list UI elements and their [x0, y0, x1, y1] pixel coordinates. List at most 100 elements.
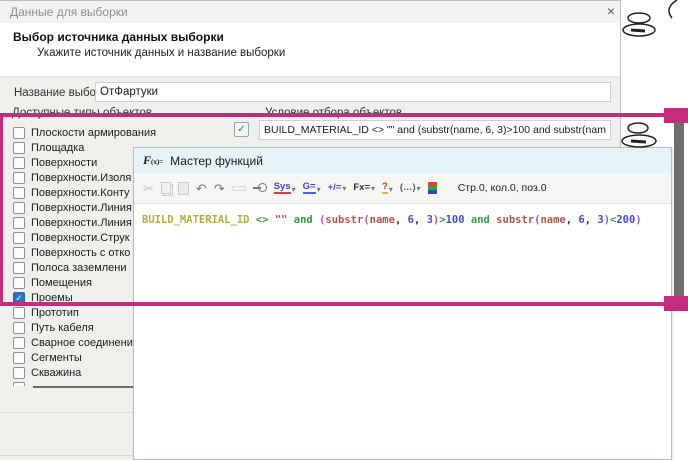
- object-type-label: Полоса заземлени: [31, 262, 127, 274]
- object-type-label: Площадка: [31, 142, 84, 154]
- object-type-row[interactable]: [8, 380, 31, 386]
- object-type-row[interactable]: Поверхности.Линия: [8, 200, 132, 215]
- object-type-label: Скважина: [31, 367, 81, 379]
- formula-token: and: [294, 214, 313, 226]
- checkbox-icon[interactable]: [13, 367, 25, 379]
- sys-vars-dropdown[interactable]: Sys▾: [274, 182, 296, 194]
- condition-input[interactable]: [259, 120, 611, 140]
- checkbox-icon[interactable]: [13, 157, 25, 169]
- operators-dropdown[interactable]: +/=▾: [328, 183, 347, 193]
- formula-text[interactable]: BUILD_MATERIAL_ID <> "" and (substr(name…: [142, 214, 642, 226]
- key-icon[interactable]: [253, 183, 267, 193]
- dialog-title: Данные для выборки: [10, 5, 128, 19]
- functions-dropdown[interactable]: Fx=▾: [353, 183, 375, 193]
- syntax-colors-icon[interactable]: [428, 182, 437, 194]
- checkbox-icon[interactable]: [13, 127, 25, 139]
- global-vars-dropdown[interactable]: G=▾: [303, 182, 321, 194]
- checkbox-icon[interactable]: [13, 337, 25, 349]
- cut-icon[interactable]: ✂: [143, 182, 154, 195]
- header-subtitle: Укажите источник данных и название выбор…: [37, 47, 285, 59]
- chevron-down-icon: ▾: [417, 185, 421, 193]
- checkbox-icon[interactable]: [13, 307, 25, 319]
- object-type-row[interactable]: Поверхность с отко: [8, 245, 130, 260]
- object-type-label: Поверхность с отко: [31, 247, 130, 259]
- object-type-label: Проемы: [31, 292, 73, 304]
- checkbox-icon[interactable]: [13, 172, 25, 184]
- object-type-row[interactable]: Площадка: [8, 140, 84, 155]
- checkbox-icon[interactable]: [13, 187, 25, 199]
- checkbox-icon[interactable]: [13, 352, 25, 364]
- object-type-label: Поверхности.Струк: [31, 232, 130, 244]
- dialog-header: Выбор источника данных выборки Укажите и…: [0, 23, 620, 77]
- selection-name-input[interactable]: [95, 82, 611, 102]
- ink-dash-1: [631, 30, 645, 31]
- formula-token: 3: [420, 214, 433, 226]
- chevron-down-icon: ▾: [317, 186, 321, 194]
- formula-token: <>: [256, 214, 269, 226]
- object-type-row[interactable]: Прототип: [8, 305, 79, 320]
- checkbox-checked-icon[interactable]: ✓: [13, 292, 25, 304]
- undo-icon[interactable]: ↶: [196, 182, 207, 195]
- object-type-row[interactable]: Плоскости армирования: [8, 125, 156, 140]
- fx-icon: F(x)=: [143, 153, 163, 168]
- object-type-label: Поверхности.Линия: [31, 217, 132, 229]
- object-type-row[interactable]: Сварное соединени: [8, 335, 133, 350]
- wizard-titlebar[interactable]: F(x)= Мастер функций: [134, 148, 671, 173]
- checkbox-icon[interactable]: [13, 202, 25, 214]
- highlight-shadow-right: [674, 120, 684, 300]
- formula-token: 100: [446, 214, 465, 226]
- formula-token: name: [370, 214, 395, 226]
- cursor-position-status: Стр.0, кол.0, поз.0: [458, 182, 547, 194]
- object-type-label: Поверхности.Конту: [31, 187, 130, 199]
- object-type-row[interactable]: Путь кабеля: [8, 320, 94, 335]
- object-type-label: Поверхности.Изоля: [31, 172, 131, 184]
- checkbox-icon[interactable]: [13, 232, 25, 244]
- object-type-row[interactable]: Поверхности.Струк: [8, 230, 130, 245]
- object-type-label: Плоскости армирования: [31, 127, 156, 139]
- wizard-toolbar: ✂ ↶ ↷ Sys▾ G=▾ +/=▾ Fx=▾ ?▾ (…)▾ Стр.0, кол.0, по…: [134, 173, 671, 204]
- checkbox-icon[interactable]: [13, 262, 25, 274]
- object-type-row[interactable]: Поверхности.Конту: [8, 185, 130, 200]
- dialog-titlebar[interactable]: Данные для выборки: [0, 1, 620, 23]
- ruler-icon[interactable]: [232, 186, 246, 191]
- object-type-label: Поверхности: [31, 157, 97, 169]
- object-type-row[interactable]: Поверхности: [8, 155, 97, 170]
- formula-token: name: [540, 214, 565, 226]
- ink-dash-2: [631, 141, 646, 142]
- help-dropdown[interactable]: ?▾: [382, 182, 393, 194]
- close-icon[interactable]: ×: [602, 2, 620, 20]
- brackets-dropdown[interactable]: (…)▾: [400, 183, 421, 193]
- formula-token: substr: [325, 214, 363, 226]
- object-type-row[interactable]: Поверхности.Изоля: [8, 170, 131, 185]
- copy-icon[interactable]: [161, 182, 171, 194]
- checkbox-icon[interactable]: [13, 247, 25, 259]
- chevron-down-icon: ▾: [342, 185, 346, 193]
- checkbox-icon[interactable]: [13, 217, 25, 229]
- check-condition-icon[interactable]: ✓: [234, 122, 249, 137]
- object-type-row[interactable]: Помещения: [8, 275, 92, 290]
- formula-token: ): [635, 214, 641, 226]
- object-type-row[interactable]: Сегменты: [8, 350, 82, 365]
- object-type-row[interactable]: Поверхности.Линия: [8, 215, 132, 230]
- checkbox-icon[interactable]: [13, 277, 25, 289]
- formula-token: 3: [591, 214, 604, 226]
- highlight-corner-topright: [664, 108, 688, 123]
- paste-icon[interactable]: [178, 182, 189, 195]
- object-types-label: Доступные типы объектов: [12, 107, 152, 119]
- chevron-down-icon: ▾: [371, 185, 375, 193]
- object-type-row[interactable]: Полоса заземлени: [8, 260, 127, 275]
- ink-oval-2: [623, 24, 655, 36]
- object-type-row[interactable]: Скважина: [8, 365, 81, 380]
- formula-token: substr: [496, 214, 534, 226]
- ink-oval-4: [622, 135, 656, 147]
- checkbox-icon[interactable]: [13, 382, 25, 387]
- checkbox-icon[interactable]: [13, 322, 25, 334]
- redo-icon[interactable]: ↷: [214, 182, 225, 195]
- checkbox-icon[interactable]: [13, 142, 25, 154]
- ink-oval-1: [628, 13, 650, 23]
- function-wizard-window: F(x)= Мастер функций ✂ ↶ ↷ Sys▾ G=▾ +/=▾ Fx=▾?…: [133, 147, 672, 460]
- formula-token: and: [471, 214, 490, 226]
- formula-token: "": [275, 214, 288, 226]
- object-type-label: Сварное соединени: [31, 337, 133, 349]
- object-type-row[interactable]: ✓ Проемы: [8, 290, 73, 305]
